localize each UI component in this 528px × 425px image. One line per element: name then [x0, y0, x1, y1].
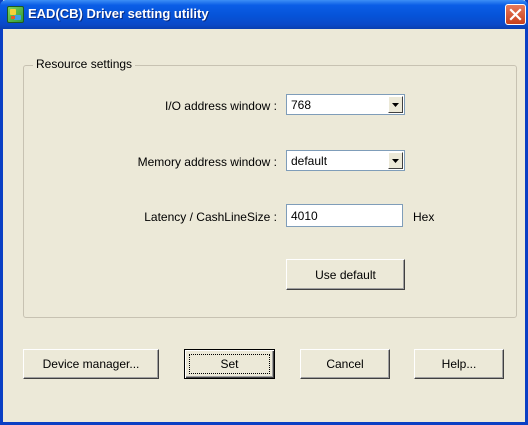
io-address-value: 768	[291, 98, 312, 112]
use-default-button[interactable]: Use default	[286, 259, 405, 290]
memory-address-select[interactable]: default	[286, 150, 405, 171]
memory-address-value: default	[291, 154, 328, 168]
chevron-down-icon	[392, 103, 399, 107]
latency-input[interactable]	[286, 204, 403, 227]
cancel-button[interactable]: Cancel	[300, 349, 390, 379]
latency-label: Latency / CashLineSize :	[144, 210, 277, 224]
title-bar[interactable]: EAD(CB) Driver setting utility	[0, 0, 528, 29]
chevron-down-icon	[392, 159, 399, 163]
device-manager-button[interactable]: Device manager...	[23, 349, 159, 379]
io-address-label: I/O address window :	[164, 99, 277, 113]
close-button[interactable]	[505, 4, 526, 25]
close-icon	[509, 8, 522, 21]
use-default-label: Use default	[315, 267, 376, 282]
io-address-dropdown-button[interactable]	[388, 96, 403, 113]
latency-unit-label: Hex	[413, 210, 435, 224]
resource-settings-legend: Resource settings	[33, 57, 136, 71]
io-address-select[interactable]: 768	[286, 94, 405, 115]
memory-address-dropdown-button[interactable]	[388, 152, 403, 169]
cancel-label: Cancel	[326, 357, 364, 371]
set-button[interactable]: Set	[184, 349, 275, 379]
set-label: Set	[220, 357, 239, 371]
app-icon	[7, 6, 24, 23]
help-button[interactable]: Help...	[414, 349, 504, 379]
dialog-window: EAD(CB) Driver setting utility Resource …	[0, 0, 528, 425]
help-label: Help...	[441, 357, 477, 371]
memory-address-label: Memory address window :	[137, 155, 277, 169]
window-title: EAD(CB) Driver setting utility	[28, 6, 209, 21]
device-manager-label: Device manager...	[42, 357, 140, 371]
